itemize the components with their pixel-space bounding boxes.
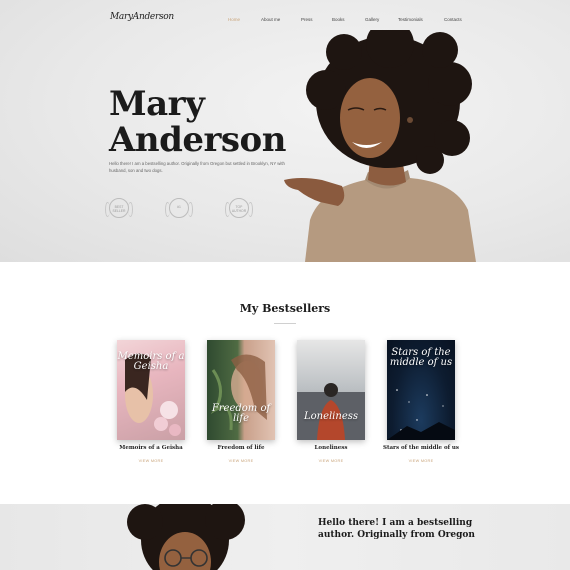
laurel-badge-icon: BEST SELLER [105,198,133,218]
view-more-link[interactable]: VIEW MORE [376,459,466,463]
page: MaryAnderson Home About me Press Books G… [0,0,570,570]
book-cover-title: Stars of the middle of us [389,347,453,368]
hero-intro-text: Hello there! I am a bestselling author. … [109,161,285,173]
nav-item-gallery[interactable]: Gallery [365,17,379,23]
nav-menu: Home About me Press Books Gallery Testim… [0,17,570,25]
book-cover-4[interactable]: Stars of the middle of us [387,340,455,440]
badge-line: SELLER [112,209,126,213]
about-heading-line: author. Originally from Oregon [318,530,475,540]
nav-item-about[interactable]: About me [261,17,280,23]
nav-item-home[interactable]: Home [228,17,240,23]
badge-line: AUTHOR [231,209,247,213]
badge-line: #1 [177,205,181,209]
author-about-photo [127,504,245,570]
view-more-link[interactable]: VIEW MORE [286,459,376,463]
view-more-link[interactable]: VIEW MORE [106,459,196,463]
hero-heading: Mary Anderson [109,86,309,158]
about-heading-line: Hello there! I am a bestselling [318,518,473,528]
nav-item-testimonials[interactable]: Testimonials [398,17,423,23]
about-heading: Hello there! I am a bestselling author. … [318,517,488,541]
book-cover-title: Freedom of life [211,403,271,424]
book-cover-2[interactable]: Freedom of life [207,340,275,440]
book-cover-title: Loneliness [303,411,359,422]
bestsellers-section: My Bestsellers Memoirs of a Geisha Memoi… [0,262,570,504]
award-badges: BEST SELLER #1 TOP AUTHOR [105,198,269,220]
book-title[interactable]: Memoirs of a Geisha [106,445,196,451]
book-title[interactable]: Loneliness [286,445,376,451]
section-heading: My Bestsellers [239,302,331,315]
book-cover-art [210,354,267,431]
laurel-badge-icon: #1 [165,198,193,218]
nav-item-contacts[interactable]: Contacts [444,17,462,23]
laurel-badge-icon: TOP AUTHOR [225,198,253,218]
book-cover-3[interactable]: Loneliness [297,340,365,440]
book-cover-art [297,383,365,440]
view-more-link[interactable]: VIEW MORE [196,459,286,463]
nav-item-press[interactable]: Press [301,17,313,23]
heading-divider [274,323,296,324]
nav-item-books[interactable]: Books [332,17,345,23]
hero-section: MaryAnderson Home About me Press Books G… [0,0,570,262]
book-cover-1[interactable]: Memoirs of a Geisha [117,340,185,440]
book-title[interactable]: Stars of the middle of us [376,445,466,451]
about-section: Hello there! I am a bestselling author. … [0,504,570,570]
book-cover-title: Memoirs of a Geisha [117,351,185,372]
book-title[interactable]: Freedom of life [196,445,286,451]
hero-heading-line-1: Mary [109,84,205,124]
hero-heading-line-2: Anderson [109,120,286,160]
